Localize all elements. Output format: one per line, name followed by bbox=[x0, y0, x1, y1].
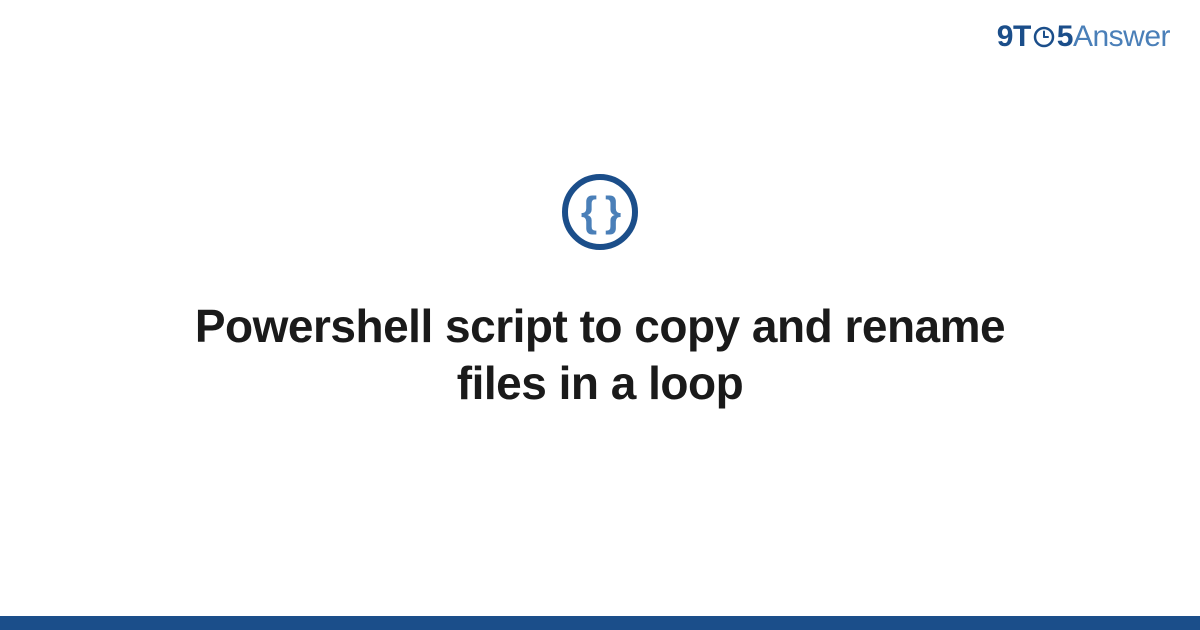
footer-accent-bar bbox=[0, 616, 1200, 630]
category-icon-circle: { } bbox=[562, 174, 638, 250]
main-content: { } Powershell script to copy and rename… bbox=[0, 0, 1200, 616]
braces-icon: { } bbox=[581, 188, 619, 236]
page-title: Powershell script to copy and rename fil… bbox=[150, 298, 1050, 413]
